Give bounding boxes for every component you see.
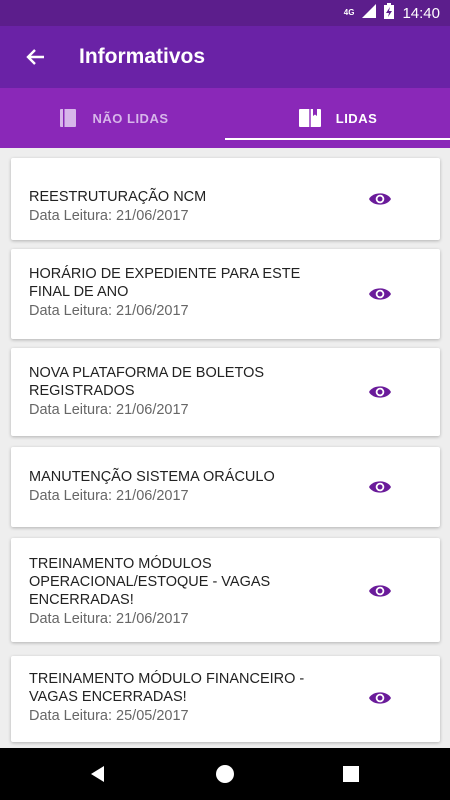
list-item[interactable]: NOVA PLATAFORMA DE BOLETOS REGISTRADOS D… — [11, 348, 440, 436]
item-title: NOVA PLATAFORMA DE BOLETOS REGISTRADOS — [29, 365, 265, 399]
list-item[interactable]: TREINAMENTO MÓDULOS OPERACIONAL/ESTOQUE … — [11, 538, 440, 642]
eye-icon[interactable] — [368, 383, 392, 401]
item-date: Data Leitura: 21/06/2017 — [29, 611, 189, 627]
tab-label: NÃO LIDAS — [92, 110, 169, 126]
clock: 14:40 — [402, 4, 440, 22]
list-item[interactable]: MANUTENÇÃO SISTEMA ORÁCULO Data Leitura:… — [11, 447, 440, 527]
item-text: TREINAMENTO MÓDULO FINANCEIRO - VAGAS EN… — [29, 670, 339, 725]
recents-square-icon[interactable] — [339, 762, 363, 786]
back-button[interactable] — [18, 41, 52, 73]
app-bar: Informativos — [0, 26, 450, 88]
list-item[interactable]: HORÁRIO DE EXPEDIENTE PARA ESTE FINAL DE… — [11, 249, 440, 339]
tab-nao-lidas[interactable]: NÃO LIDAS — [0, 88, 225, 148]
item-title: TREINAMENTO MÓDULO FINANCEIRO - VAGAS EN… — [29, 671, 305, 705]
item-title: TREINAMENTO MÓDULOS OPERACIONAL/ESTOQUE … — [29, 556, 271, 608]
tab-bar: NÃO LIDAS LIDAS — [0, 88, 450, 148]
item-text: HORÁRIO DE EXPEDIENTE PARA ESTE FINAL DE… — [29, 265, 339, 320]
arrow-back-icon — [26, 49, 44, 65]
eye-icon[interactable] — [368, 582, 392, 600]
item-date: Data Leitura: 21/06/2017 — [29, 402, 189, 418]
status-icons: 4G 14:40 — [344, 0, 440, 26]
item-date: Data Leitura: 25/05/2017 — [29, 708, 189, 724]
item-text: NOVA PLATAFORMA DE BOLETOS REGISTRADOS D… — [29, 364, 339, 419]
tab-label: LIDAS — [335, 110, 378, 126]
item-title: HORÁRIO DE EXPEDIENTE PARA ESTE FINAL DE… — [29, 266, 301, 300]
navigation-bar — [0, 748, 450, 800]
open-book-icon — [298, 109, 321, 127]
network-type: 4G — [343, 8, 355, 17]
back-triangle-icon[interactable] — [86, 762, 110, 786]
book-icon — [59, 109, 76, 127]
eye-icon[interactable] — [368, 478, 392, 496]
item-title: MANUTENÇÃO SISTEMA ORÁCULO — [29, 469, 275, 485]
status-bar: 4G 14:40 — [0, 0, 450, 26]
tab-indicator — [225, 138, 450, 140]
item-text: TREINAMENTO MÓDULOS OPERACIONAL/ESTOQUE … — [29, 555, 339, 628]
eye-icon[interactable] — [368, 190, 392, 208]
tab-lidas[interactable]: LIDAS — [225, 88, 450, 148]
eye-icon[interactable] — [368, 285, 392, 303]
list-item[interactable]: REESTRUTURAÇÃO NCM Data Leitura: 21/06/2… — [11, 158, 440, 240]
page-title: Informativos — [79, 45, 206, 68]
informativos-list: REESTRUTURAÇÃO NCM Data Leitura: 21/06/2… — [0, 148, 450, 748]
item-title: REESTRUTURAÇÃO NCM — [29, 189, 207, 205]
item-text: REESTRUTURAÇÃO NCM Data Leitura: 21/06/2… — [29, 188, 339, 225]
list-item[interactable]: TREINAMENTO MÓDULO FINANCEIRO - VAGAS EN… — [11, 656, 440, 742]
battery-charging-icon — [384, 3, 395, 23]
item-date: Data Leitura: 21/06/2017 — [29, 303, 189, 319]
home-circle-icon[interactable] — [213, 762, 237, 786]
eye-icon[interactable] — [368, 689, 392, 707]
item-text: MANUTENÇÃO SISTEMA ORÁCULO Data Leitura:… — [29, 468, 339, 505]
item-date: Data Leitura: 21/06/2017 — [29, 488, 189, 504]
item-date: Data Leitura: 21/06/2017 — [29, 208, 189, 224]
signal-icon — [362, 4, 377, 22]
